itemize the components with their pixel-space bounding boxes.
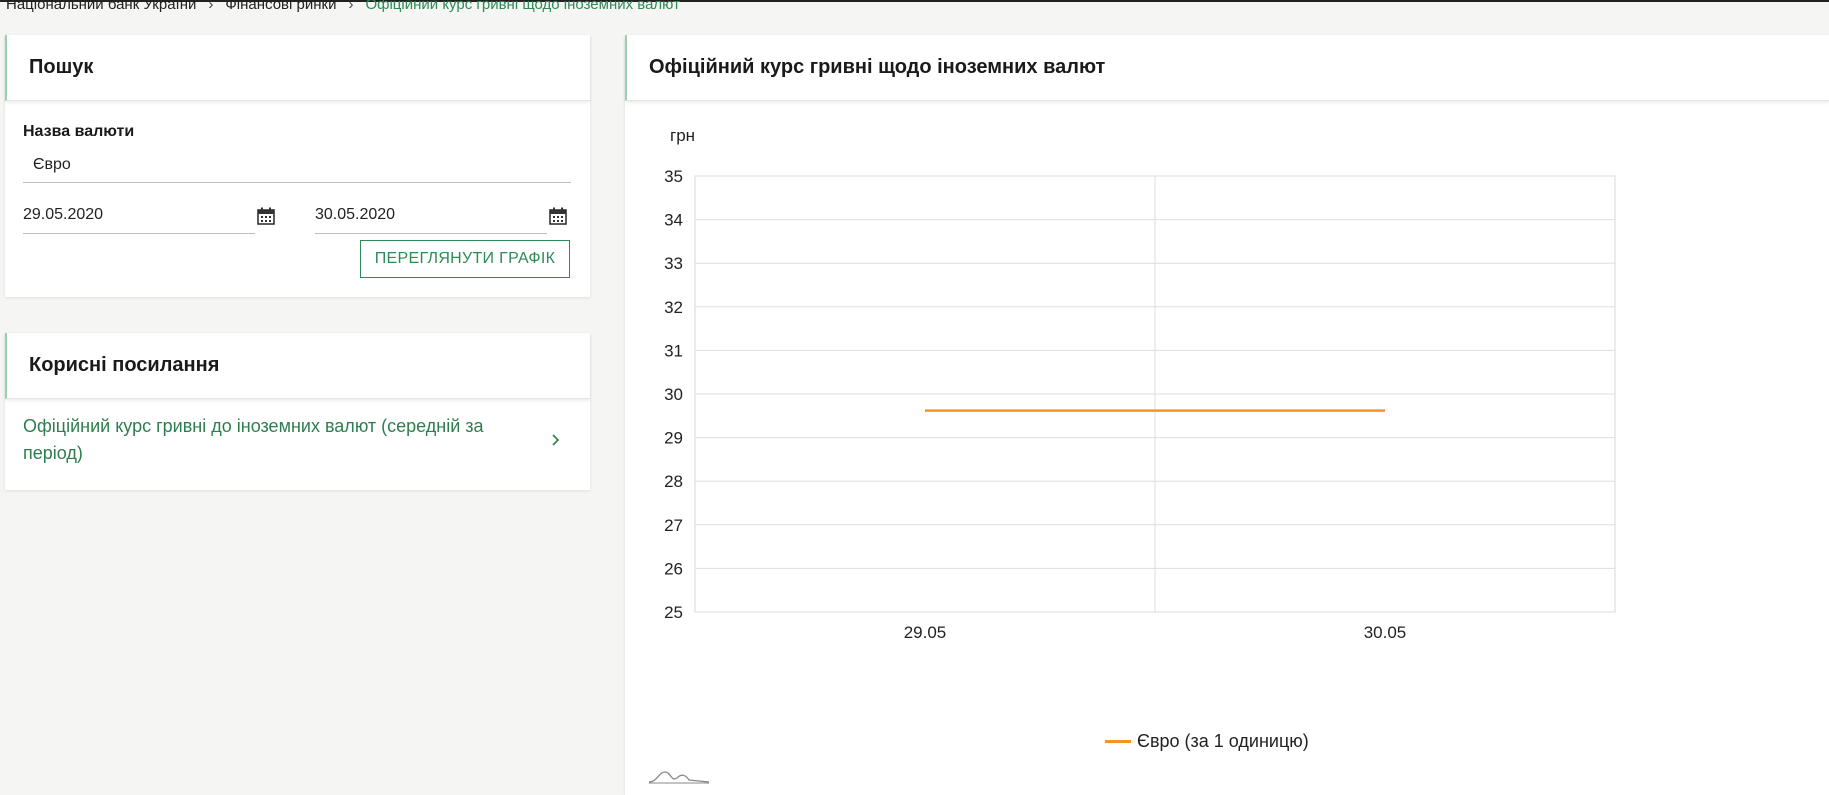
legend-swatch xyxy=(1105,740,1131,743)
date-to-field[interactable] xyxy=(315,198,547,234)
y-tick-label: 27 xyxy=(664,516,683,535)
search-panel-title: Пошук xyxy=(5,35,590,101)
y-tick-label: 26 xyxy=(664,559,683,578)
link-average-rate[interactable]: Офіційний курс гривні до іноземних валют… xyxy=(23,413,543,467)
y-tick-label: 25 xyxy=(664,603,683,622)
calendar-icon[interactable] xyxy=(549,207,567,225)
date-to-input[interactable] xyxy=(315,198,547,232)
breadcrumb-item-financial-markets[interactable]: Фінансові ринки xyxy=(225,0,336,13)
exchange-rate-chart: 25 26 27 28 29 30 31 32 33 34 35 29.05 30.05 xyxy=(648,167,1616,784)
date-from-field[interactable] xyxy=(23,198,255,234)
y-tick-label: 28 xyxy=(664,472,683,491)
x-tick-label: 30.05 xyxy=(1364,623,1407,642)
currency-label: Назва валюти xyxy=(23,123,135,140)
calendar-icon[interactable] xyxy=(257,207,275,225)
breadcrumb: Національний банк України › Фінансові ринк… xyxy=(6,0,680,15)
breadcrumb-separator-icon: › xyxy=(208,0,214,13)
y-tick-label: 33 xyxy=(664,254,683,273)
currency-input[interactable] xyxy=(23,147,571,183)
legend-label: Євро (за 1 одиницю) xyxy=(1137,731,1309,751)
y-tick-label: 32 xyxy=(664,298,683,317)
y-tick-label: 34 xyxy=(664,211,683,230)
useful-links-panel: Корисні посилання Офіційний курс гривні … xyxy=(5,333,590,490)
view-chart-button[interactable]: ПЕРЕГЛЯНУТИ ГРАФІК xyxy=(360,240,570,278)
y-tick-label: 31 xyxy=(664,341,683,360)
date-from-input[interactable] xyxy=(23,198,255,232)
y-tick-label: 35 xyxy=(664,167,683,186)
chevron-right-icon[interactable] xyxy=(550,432,562,448)
breadcrumb-item-nbu[interactable]: Національний банк України xyxy=(6,0,196,13)
chart-panel: Офіційний курс гривні щодо іноземних вал… xyxy=(625,35,1829,795)
y-tick-label: 30 xyxy=(664,385,683,404)
breadcrumb-item-current: Офіційний курс гривні щодо іноземних вал… xyxy=(365,0,680,13)
x-tick-label: 29.05 xyxy=(904,623,947,642)
chart-panel-title: Офіційний курс гривні щодо іноземних вал… xyxy=(625,35,1829,101)
chart-watermark-icon xyxy=(648,771,710,784)
search-panel: Пошук Назва валюти ПЕРЕГЛЯНУТИ ГРАФІК xyxy=(5,35,590,297)
chart-legend[interactable]: Євро (за 1 одиницю) xyxy=(1105,731,1309,752)
breadcrumb-separator-icon: › xyxy=(348,0,354,13)
y-tick-label: 29 xyxy=(664,429,683,448)
useful-links-title: Корисні посилання xyxy=(5,333,590,399)
